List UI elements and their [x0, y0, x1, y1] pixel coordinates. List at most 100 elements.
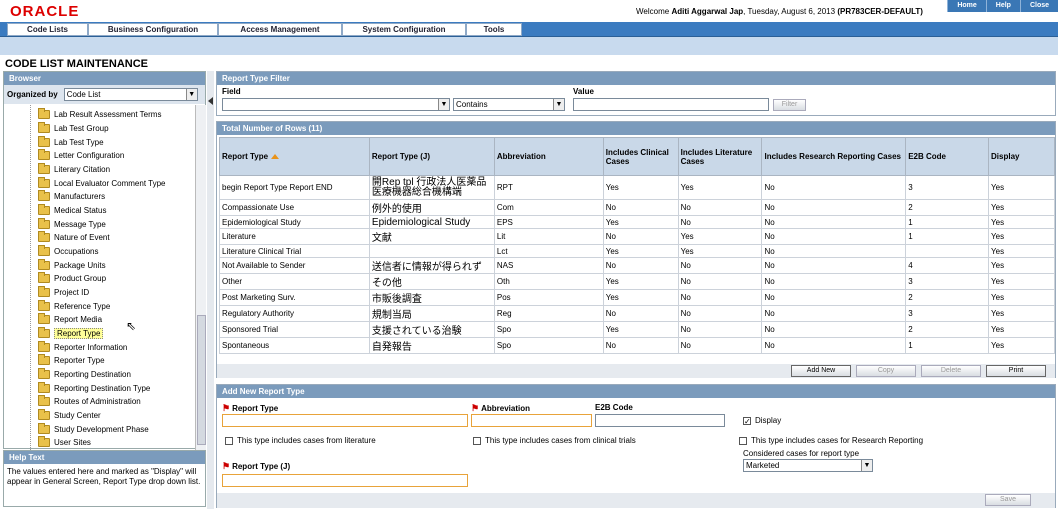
clinical-checkbox[interactable]: This type includes cases from clinical t…	[473, 436, 636, 445]
display-checkbox[interactable]: ✓ Display	[743, 416, 781, 425]
add-new-button[interactable]: Add New	[791, 365, 851, 377]
table-cell	[368, 244, 495, 258]
table-row[interactable]: Sponsored Trial 支援されている治験 Spo Yes No No 2 Yes	[219, 321, 1055, 338]
report-type-input[interactable]	[222, 414, 468, 427]
tree-item[interactable]: Reporter Type	[38, 354, 105, 367]
table-cell: No	[761, 244, 907, 258]
table-row[interactable]: Spontaneous 自発報告 Spo No No No 1 Yes	[219, 337, 1055, 354]
filter-button[interactable]: Filter	[773, 99, 806, 111]
print-button[interactable]: Print	[986, 365, 1046, 377]
close-link[interactable]: Close	[1019, 0, 1058, 12]
folder-icon	[38, 259, 50, 270]
delete-button[interactable]: Delete	[921, 365, 981, 377]
research-checkbox[interactable]: This type includes cases for Research Re…	[739, 436, 923, 445]
tree-item[interactable]: Reporting Destination Type	[38, 382, 150, 395]
tree-item[interactable]: Lab Test Group	[38, 122, 109, 135]
tree-item[interactable]: Reporter Information	[38, 341, 127, 354]
checkbox-icon[interactable]	[473, 436, 481, 445]
tree-item[interactable]: Local Evaluator Comment Type	[38, 177, 165, 190]
tree-item[interactable]: Letter Configuration	[38, 149, 124, 162]
tree-item[interactable]: Package Units	[38, 259, 106, 272]
chevron-down-icon[interactable]: ▼	[438, 99, 449, 110]
value-input[interactable]	[573, 98, 769, 111]
table-row[interactable]: Regulatory Authority 規制当局 Reg No No No 3 Yes	[219, 305, 1055, 322]
tree-item[interactable]: Report Media	[38, 313, 102, 326]
operator-select[interactable]: Contains ▼	[453, 98, 565, 111]
table-cell: 3	[905, 273, 990, 290]
table-cell: Yes	[988, 305, 1055, 322]
col-report-type[interactable]: Report Type	[219, 137, 370, 176]
folder-icon	[38, 245, 50, 256]
tree-item[interactable]: Study Center	[38, 409, 101, 422]
tree-item[interactable]: Routes of Administration	[38, 395, 141, 408]
table-cell: Epidemiological Study	[368, 215, 495, 229]
scrollbar-thumb[interactable]	[197, 315, 206, 445]
menu-business-configuration[interactable]: Business Configuration	[88, 23, 218, 36]
col-clinical[interactable]: Includes Clinical Cases	[602, 137, 679, 176]
tree-item[interactable]: Product Group	[38, 272, 106, 285]
col-report-type-j[interactable]: Report Type (J)	[368, 137, 495, 176]
checkbox-icon[interactable]	[225, 436, 233, 445]
table-cell: 3	[905, 175, 990, 200]
abbreviation-input[interactable]	[471, 414, 592, 427]
oracle-logo: ORACLE	[10, 3, 80, 20]
chevron-down-icon[interactable]: ▼	[861, 460, 872, 471]
copy-button[interactable]: Copy	[856, 365, 916, 377]
table-row[interactable]: Compassionate Use 例外的使用 Com No No No 2 Yes	[219, 199, 1055, 216]
table-cell: Sponsored Trial	[219, 321, 370, 338]
save-button[interactable]: Save	[985, 494, 1031, 506]
tree-item[interactable]: Manufacturers	[38, 190, 105, 203]
table-cell: Lct	[493, 244, 604, 258]
menu-code-lists[interactable]: Code Lists	[7, 23, 88, 36]
tree-item[interactable]: Message Type	[38, 218, 106, 231]
col-literature[interactable]: Includes Literature Cases	[677, 137, 763, 176]
tree-item[interactable]: Project ID	[38, 286, 89, 299]
menu-tools[interactable]: Tools	[466, 23, 522, 36]
table-row[interactable]: Post Marketing Surv. 市販後調査 Pos Yes No No 2 Yes	[219, 289, 1055, 306]
home-link[interactable]: Home	[947, 0, 985, 12]
browser-scrollbar[interactable]	[195, 105, 206, 450]
tree-item[interactable]: Lab Test Type	[38, 136, 104, 149]
folder-icon	[38, 382, 50, 393]
collapse-arrow-icon[interactable]	[208, 97, 213, 105]
menu-access-management[interactable]: Access Management	[218, 23, 342, 36]
welcome-text: Welcome Aditi Aggarwal Jap, Tuesday, Aug…	[636, 7, 923, 16]
tree-item[interactable]: Reference Type	[38, 300, 110, 313]
panel-splitter[interactable]	[207, 71, 214, 509]
col-display[interactable]: Display	[988, 137, 1055, 176]
col-abbreviation[interactable]: Abbreviation	[493, 137, 604, 176]
table-row[interactable]: Literature Clinical Trial Lct Yes Yes No Yes	[219, 244, 1055, 258]
tree-item-report-type[interactable]: Report Type	[38, 327, 104, 340]
table-row[interactable]: begin Report Type Report END 開Rep tpl 行政法…	[219, 175, 1055, 200]
tree-item[interactable]: Literary Citation	[38, 163, 110, 176]
tree-item[interactable]: User Sites	[38, 436, 91, 449]
tree-item[interactable]: Medical Status	[38, 204, 106, 217]
table-row[interactable]: Not Available to Sender 送信者に情報が得られず NAS No N…	[219, 257, 1055, 274]
chevron-down-icon[interactable]: ▼	[553, 99, 564, 110]
tree-item[interactable]: Nature of Event	[38, 231, 110, 244]
report-type-j-input[interactable]	[222, 474, 468, 487]
literature-checkbox[interactable]: This type includes cases from literature	[225, 436, 376, 445]
table-row[interactable]: Epidemiological Study Epidemiological Stu…	[219, 215, 1055, 229]
col-e2b-code[interactable]: E2B Code	[905, 137, 990, 176]
considered-cases-select[interactable]: Marketed ▼	[743, 459, 873, 472]
tree-item[interactable]: Occupations	[38, 245, 98, 258]
table-row[interactable]: Other その他 Oth Yes No No 3 Yes	[219, 273, 1055, 290]
tree-item[interactable]: Study Development Phase	[38, 423, 149, 436]
e2b-code-input[interactable]	[595, 414, 725, 427]
chevron-down-icon[interactable]: ▼	[185, 89, 197, 100]
tree-connector	[30, 105, 31, 450]
organized-by-select[interactable]: Code List ▼	[63, 88, 198, 101]
table-cell: No	[602, 228, 679, 245]
checkbox-icon[interactable]	[739, 436, 747, 445]
field-select[interactable]: ▼	[222, 98, 450, 111]
help-link[interactable]: Help	[985, 0, 1020, 12]
menu-system-configuration[interactable]: System Configuration	[342, 23, 466, 36]
grid-header: Total Number of Rows (11)	[217, 122, 1055, 135]
tree-item[interactable]: Reporting Destination	[38, 368, 131, 381]
table-row[interactable]: Literature 文献 Lit No Yes No 1 Yes	[219, 228, 1055, 245]
checkbox-checked-icon[interactable]: ✓	[743, 416, 751, 425]
tree-item[interactable]: Lab Result Assessment Terms	[38, 108, 161, 121]
table-body: begin Report Type Report END 開Rep tpl 行政法…	[219, 175, 1055, 354]
col-research[interactable]: Includes Research Reporting Cases	[761, 137, 907, 176]
